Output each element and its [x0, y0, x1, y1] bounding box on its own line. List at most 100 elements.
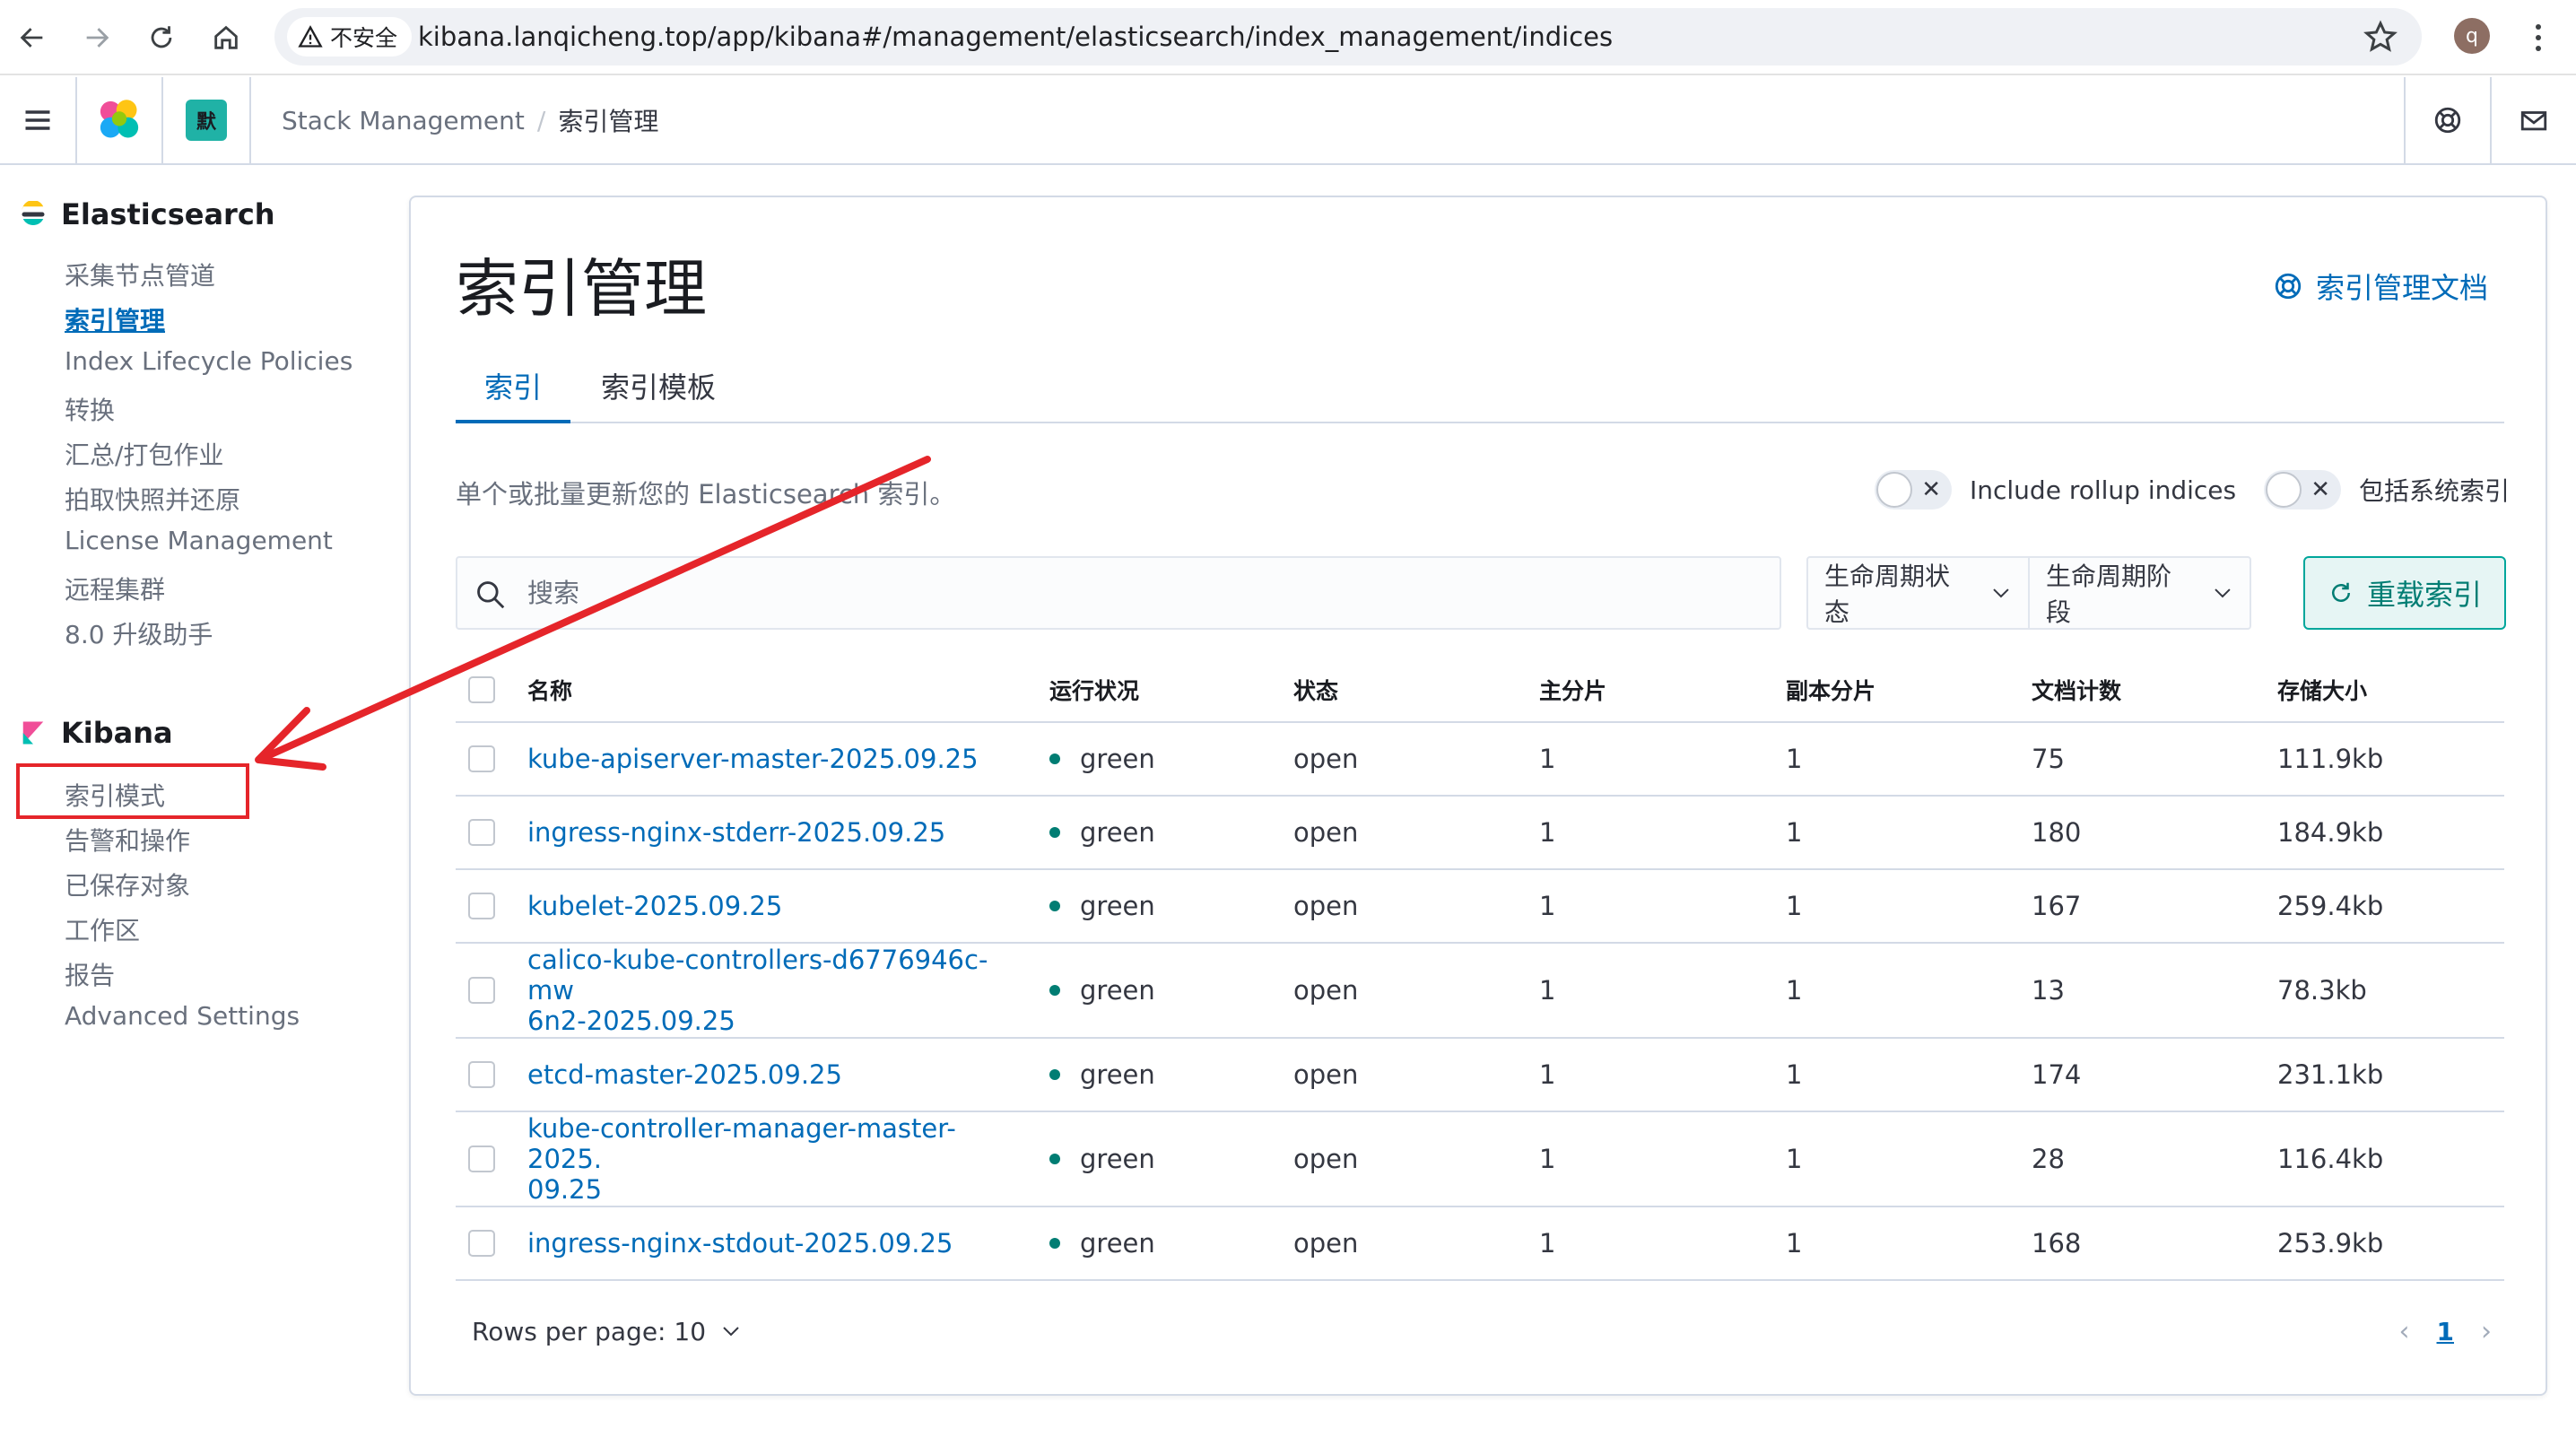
tab-bar: 索引 索引模板 [456, 359, 2504, 423]
newsfeed-button[interactable] [2490, 77, 2576, 163]
url-text[interactable]: kibana.lanqicheng.top/app/kibana#/manage… [418, 8, 1613, 65]
page-title: 索引管理 [456, 252, 707, 326]
replicas-cell: 1 [1786, 891, 1803, 921]
row-checkbox-cell [468, 1112, 522, 1206]
index-name-link[interactable]: ingress-nginx-stderr-2025.09.25 [527, 817, 945, 848]
sidebar-item-license-management[interactable]: License Management [65, 526, 333, 555]
rows-per-page-button[interactable]: Rows per page: 10 [472, 1304, 742, 1358]
row-checkbox[interactable] [468, 893, 495, 919]
row-checkbox[interactable] [468, 1061, 495, 1088]
kibana-logo-icon [22, 721, 44, 745]
switch[interactable]: ✕ [2264, 470, 2341, 510]
toggle-system-indices[interactable]: ✕ 包括系统索引 [2264, 470, 2510, 510]
table-row: kube-controller-manager-master-2025. 09.2… [456, 1112, 2504, 1207]
status-cell: open [1293, 1059, 1359, 1090]
index-name-link[interactable]: ingress-nginx-stdout-2025.09.25 [527, 1228, 953, 1259]
sidebar-item-upgrade-assistant[interactable]: 8.0 升级助手 [65, 615, 213, 651]
column-header-primaries[interactable]: 主分片 [1539, 658, 1736, 721]
space-avatar: 默 [186, 100, 227, 141]
health-label: green [1080, 744, 1155, 774]
refresh-icon [151, 26, 172, 48]
docs-count-cell: 13 [2032, 975, 2065, 1006]
index-name-link[interactable]: kube-controller-manager-master-2025. 09.2… [527, 1113, 1030, 1205]
storage-size-cell: 116.4kb [2277, 1144, 2384, 1174]
sidebar-item-spaces[interactable]: 工作区 [65, 911, 140, 947]
warning-triangle-icon [298, 25, 323, 48]
row-checkbox[interactable] [468, 819, 495, 846]
sidebar-item-saved-objects[interactable]: 已保存对象 [65, 867, 190, 902]
index-name-line: calico-kube-controllers-d6776946c-mw [527, 945, 988, 1006]
security-indicator[interactable]: 不安全 [287, 17, 413, 57]
forward-button[interactable] [72, 13, 122, 63]
sidebar-item-reporting[interactable]: 报告 [65, 956, 115, 992]
health-dot-icon [1049, 1154, 1060, 1164]
row-checkbox[interactable] [468, 1145, 495, 1172]
rows-per-page-label: Rows per page: 10 [472, 1316, 707, 1346]
reload-page-button[interactable] [136, 13, 187, 63]
column-header-docs-count[interactable]: 文档计数 [2032, 658, 2229, 721]
nav-menu-button[interactable] [0, 77, 77, 163]
health-label: green [1080, 1059, 1155, 1090]
row-checkbox[interactable] [468, 1230, 495, 1257]
bookmark-star-icon[interactable] [2363, 19, 2398, 55]
sidebar-item-transforms[interactable]: 转换 [65, 391, 115, 427]
page-navigation: ‹ 1 › [2399, 1304, 2492, 1358]
table-row: ingress-nginx-stdout-2025.09.25 green op… [456, 1207, 2504, 1281]
index-name-line: 09.25 [527, 1174, 603, 1205]
column-header-name[interactable]: 名称 [527, 658, 1030, 721]
lifecycle-phase-filter[interactable]: 生命周期阶段 [2028, 558, 2250, 628]
column-header-health[interactable]: 运行状况 [1049, 658, 1265, 721]
address-bar[interactable]: 不安全 kibana.lanqicheng.top/app/kibana#/ma… [274, 8, 2422, 65]
browser-menu-button[interactable] [2520, 13, 2556, 63]
page-number-current[interactable]: 1 [2437, 1317, 2454, 1346]
space-selector[interactable]: 默 [163, 77, 251, 163]
breadcrumb-stack-management[interactable]: Stack Management [282, 106, 525, 135]
reload-indices-button[interactable]: 重载索引 [2303, 556, 2506, 630]
chevron-right-icon[interactable]: › [2481, 1316, 2492, 1347]
kibana-header: 默 Stack Management / 索引管理 [0, 77, 2576, 165]
column-header-status[interactable]: 状态 [1293, 658, 1491, 721]
index-name-link[interactable]: kubelet-2025.09.25 [527, 891, 782, 921]
index-name-link[interactable]: kube-apiserver-master-2025.09.25 [527, 744, 979, 774]
select-all-checkbox[interactable] [468, 676, 495, 703]
index-name-cell: kube-apiserver-master-2025.09.25 [527, 723, 1030, 795]
pagination-bar: Rows per page: 10 ‹ 1 › [456, 1304, 2504, 1358]
index-name-cell: kubelet-2025.09.25 [527, 870, 1030, 942]
search-input[interactable] [527, 558, 1765, 628]
index-name-cell: ingress-nginx-stdout-2025.09.25 [527, 1207, 1030, 1279]
sidebar-item-advanced-settings[interactable]: Advanced Settings [65, 1001, 300, 1031]
sidebar-item-index-lifecycle-policies[interactable]: Index Lifecycle Policies [65, 346, 352, 376]
health-cell: green [1049, 870, 1265, 942]
sidebar-item-index-management[interactable]: 索引管理 [65, 301, 165, 337]
toggle-rollup-indices[interactable]: ✕ Include rollup indices [1875, 470, 2236, 510]
elastic-logo[interactable] [77, 77, 163, 163]
sidebar-item-ingest-pipelines[interactable]: 采集节点管道 [65, 257, 215, 292]
switch[interactable]: ✕ [1875, 470, 1952, 510]
home-button[interactable] [201, 13, 251, 63]
docs-count-cell: 168 [2032, 1228, 2082, 1259]
profile-avatar[interactable]: q [2454, 18, 2490, 54]
primaries-cell: 1 [1539, 891, 1556, 921]
close-icon: ✕ [2311, 476, 2330, 503]
health-dot-icon [1049, 827, 1060, 838]
column-header-replicas[interactable]: 副本分片 [1786, 658, 1983, 721]
help-button[interactable] [2404, 77, 2490, 163]
docs-link[interactable]: 索引管理文档 [2273, 266, 2488, 307]
lifecycle-status-filter[interactable]: 生命周期状态 [1808, 558, 2028, 628]
column-header-storage-size[interactable]: 存储大小 [2277, 658, 2475, 721]
search-field[interactable] [456, 556, 1781, 630]
sidebar-item-alerts-actions[interactable]: 告警和操作 [65, 822, 190, 858]
index-name-link[interactable]: calico-kube-controllers-d6776946c-mw 6n2-… [527, 945, 1030, 1036]
sidebar-item-remote-clusters[interactable]: 远程集群 [65, 571, 165, 606]
row-checkbox[interactable] [468, 745, 495, 772]
tab-index-templates[interactable]: 索引模板 [572, 359, 744, 423]
arrow-right-icon [86, 28, 109, 48]
sidebar-item-rollup-jobs[interactable]: 汇总/打包作业 [65, 436, 223, 472]
back-button[interactable] [7, 13, 57, 63]
chevron-left-icon[interactable]: ‹ [2399, 1316, 2410, 1347]
tab-indices[interactable]: 索引 [456, 359, 571, 423]
sidebar-item-snapshot-restore[interactable]: 拍取快照并还原 [65, 481, 240, 517]
row-checkbox[interactable] [468, 977, 495, 1004]
primaries-cell: 1 [1539, 817, 1556, 848]
index-name-link[interactable]: etcd-master-2025.09.25 [527, 1059, 842, 1090]
